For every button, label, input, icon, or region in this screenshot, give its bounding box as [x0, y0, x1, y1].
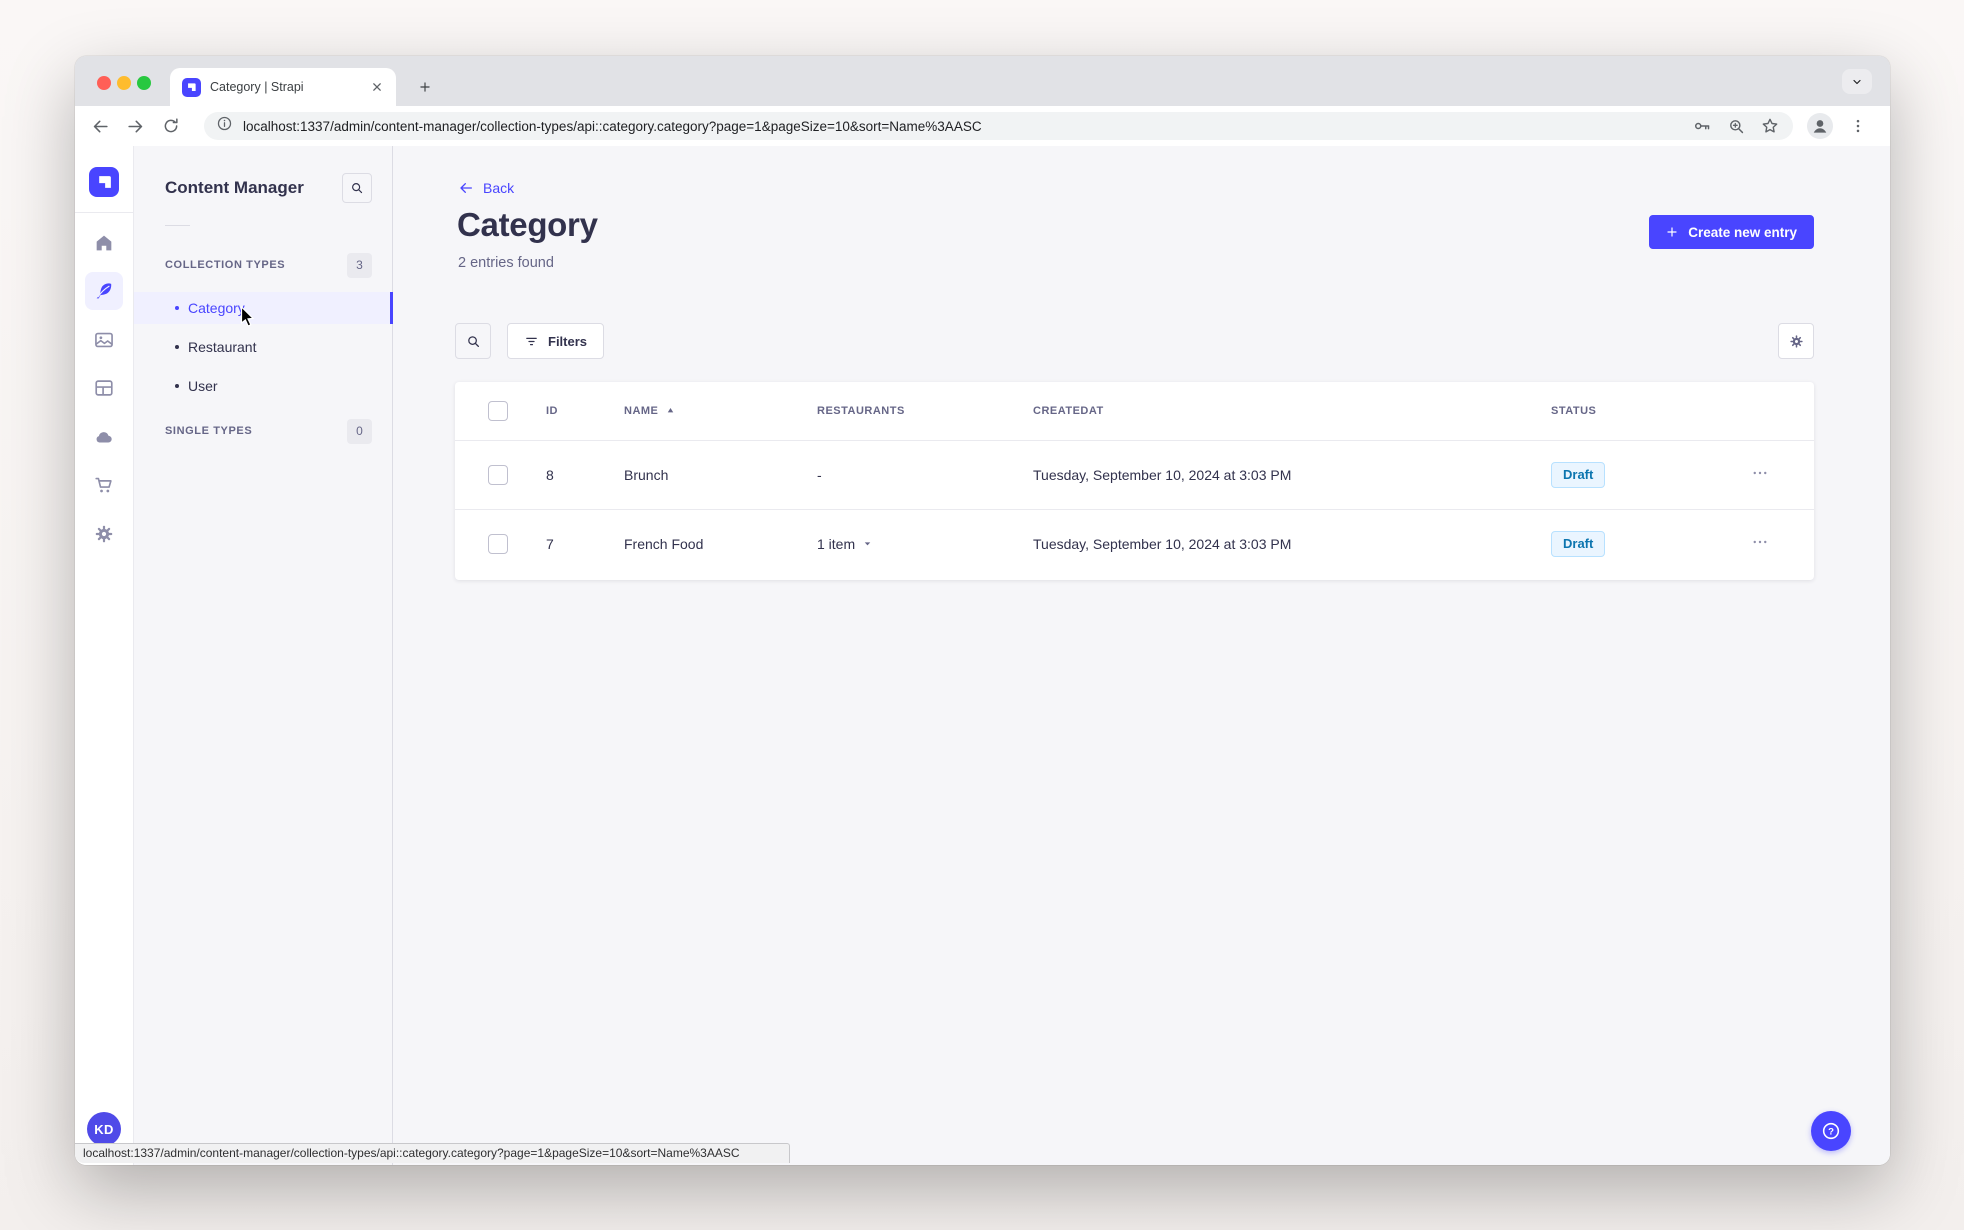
cell-id: 7	[546, 535, 554, 552]
bullet-icon	[175, 306, 179, 310]
filter-icon	[526, 337, 537, 345]
tab-title: Category | Strapi	[210, 80, 304, 94]
cell-createdat: Tuesday, September 10, 2024 at 3:03 PM	[1033, 466, 1292, 483]
arrow-left-icon	[460, 183, 472, 193]
single-types-label: SINGLE TYPES	[165, 425, 253, 437]
table-header-row: ID NAME RESTAURANTS CREATEDAT STATUS	[455, 382, 1814, 440]
row-actions[interactable]	[1751, 440, 1814, 509]
marketplace-icon[interactable]	[85, 466, 123, 504]
row-checkbox[interactable]	[488, 464, 508, 485]
zoom-window-button[interactable]	[137, 76, 151, 90]
user-avatar[interactable]: KD	[87, 1112, 121, 1146]
create-new-entry-button[interactable]: Create new entry	[1649, 215, 1814, 249]
rail-divider	[75, 212, 133, 213]
cell-id: 8	[546, 466, 554, 483]
page-title: Category	[457, 206, 598, 243]
close-window-button[interactable]	[97, 76, 111, 90]
more-options-icon	[1753, 541, 1767, 544]
content-manager-subnav: Content Manager COLLECTION TYPES 3 Categ…	[134, 146, 393, 1165]
back-label: Back	[483, 180, 515, 196]
minimize-window-button[interactable]	[117, 76, 131, 90]
tab-search-chevron-icon[interactable]	[1842, 69, 1872, 94]
cell-name: Brunch	[624, 466, 669, 483]
help-icon: ?	[1822, 1122, 1840, 1140]
header-status[interactable]: STATUS	[1551, 382, 1751, 440]
home-icon[interactable]	[85, 224, 123, 262]
cell-createdat: Tuesday, September 10, 2024 at 3:03 PM	[1033, 535, 1292, 552]
subnav-search-icon[interactable]	[342, 173, 372, 203]
settings-icon[interactable]	[85, 515, 123, 553]
help-button[interactable]: ?	[1811, 1111, 1851, 1151]
select-all-checkbox[interactable]	[488, 400, 508, 421]
subnav-item-category[interactable]: Category	[134, 292, 393, 324]
url-bar[interactable]: localhost:1337/admin/content-manager/col…	[204, 112, 1793, 140]
subnav-title: Content Manager	[165, 178, 304, 197]
tab-close-icon[interactable]	[368, 78, 386, 96]
table-row[interactable]: 7 French Food 1 item Tuesday, September …	[455, 509, 1814, 578]
strapi-favicon-icon	[182, 77, 201, 97]
cell-restaurants[interactable]: 1 item	[817, 509, 1033, 578]
page-info-icon[interactable]	[216, 115, 233, 137]
header-name[interactable]: NAME	[624, 382, 817, 440]
subnav-item-label: Restaurant	[188, 339, 257, 355]
bullet-icon	[175, 384, 179, 388]
entries-table: ID NAME RESTAURANTS CREATEDAT STATUS 8 B…	[455, 382, 1814, 578]
header-createdat[interactable]: CREATEDAT	[1033, 382, 1551, 440]
search-entries-icon[interactable]	[455, 323, 491, 359]
subnav-item-user[interactable]: User	[134, 370, 392, 402]
password-key-icon[interactable]	[1691, 115, 1713, 137]
strapi-logo[interactable]	[89, 167, 119, 197]
new-tab-button[interactable]	[412, 74, 438, 100]
cell-restaurants: -	[817, 466, 822, 483]
cloud-icon[interactable]	[85, 418, 123, 456]
more-options-icon	[1753, 471, 1767, 475]
media-library-icon[interactable]	[85, 321, 123, 359]
subnav-item-label: User	[188, 378, 218, 394]
view-settings-gear-icon[interactable]	[1778, 323, 1814, 359]
collection-types-count: 3	[347, 252, 372, 278]
subnav-divider	[165, 225, 190, 226]
entries-count: 2 entries found	[458, 255, 554, 271]
single-types-count: 0	[347, 418, 372, 444]
back-nav-icon[interactable]	[88, 114, 112, 138]
forward-nav-icon[interactable]	[123, 114, 147, 138]
header-id[interactable]: ID	[546, 382, 624, 440]
content-manager-icon[interactable]	[85, 272, 123, 310]
reload-icon[interactable]	[159, 114, 183, 138]
browser-menu-icon[interactable]	[1847, 114, 1869, 138]
browser-toolbar: localhost:1337/admin/content-manager/col…	[75, 106, 1890, 146]
nav-rail: KD	[75, 146, 134, 1165]
browser-window: Category | Strapi localhost:1337/admin/c…	[75, 56, 1890, 1165]
url-text[interactable]: localhost:1337/admin/content-manager/col…	[243, 119, 1679, 134]
plus-icon	[1667, 227, 1677, 237]
back-link[interactable]: Back	[458, 180, 514, 196]
tab-strip: Category | Strapi	[75, 56, 1890, 106]
subnav-item-label: Category	[188, 300, 245, 316]
header-restaurants[interactable]: RESTAURANTS	[817, 382, 1033, 440]
subnav-item-restaurant[interactable]: Restaurant	[134, 331, 392, 363]
entries-table-card: ID NAME RESTAURANTS CREATEDAT STATUS 8 B…	[455, 382, 1814, 580]
filters-button[interactable]: Filters	[507, 323, 605, 359]
sort-ascending-icon	[668, 408, 674, 413]
collection-types-label: COLLECTION TYPES	[165, 259, 286, 271]
status-badge: Draft	[1551, 461, 1606, 488]
zoom-page-icon[interactable]	[1725, 115, 1747, 137]
content-type-builder-icon[interactable]	[85, 369, 123, 407]
bullet-icon	[175, 345, 179, 349]
tab-category-strapi[interactable]: Category | Strapi	[170, 68, 396, 106]
strapi-admin: KD Content Manager COLLECTION TYPES 3 Ca…	[75, 146, 1890, 1165]
status-bar-url: localhost:1337/admin/content-manager/col…	[75, 1143, 790, 1163]
status-badge: Draft	[1551, 530, 1606, 557]
chevron-down-icon	[864, 542, 871, 546]
row-actions[interactable]	[1751, 509, 1814, 578]
cell-name: French Food	[624, 535, 704, 552]
main-content: Back Category 2 entries found Create new…	[393, 146, 1890, 1165]
svg-text:?: ?	[1828, 1126, 1834, 1137]
row-checkbox[interactable]	[488, 533, 508, 554]
browser-profile-icon[interactable]	[1807, 113, 1833, 139]
table-row[interactable]: 8 Brunch - Tuesday, September 10, 2024 a…	[455, 440, 1814, 509]
bookmark-star-icon[interactable]	[1759, 115, 1781, 137]
